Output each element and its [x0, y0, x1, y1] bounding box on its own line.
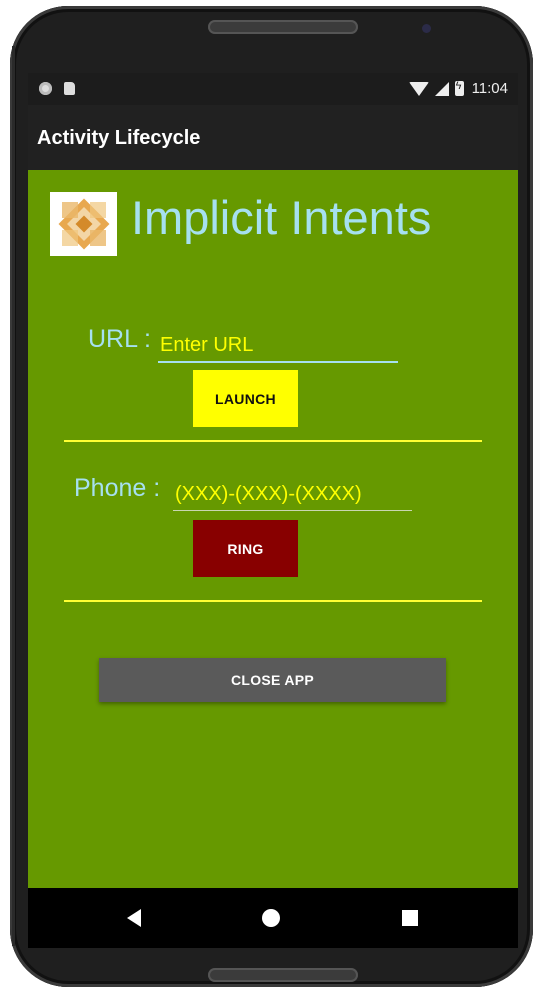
device-screen: 11:04 Activity Lifecycle Implicit Intent…: [28, 73, 518, 948]
bottom-speaker: [208, 968, 358, 982]
close-app-button[interactable]: CLOSE APP: [99, 658, 446, 702]
launch-button[interactable]: LAUNCH: [193, 370, 298, 427]
url-label: URL :: [88, 325, 151, 353]
diamond-logo-icon: [50, 192, 117, 256]
app-bar: Activity Lifecycle: [28, 105, 518, 170]
navigation-bar: [28, 888, 518, 948]
main-content: Implicit Intents URL : Enter URL LAUNCH …: [28, 170, 518, 888]
battery-charging-icon: [454, 80, 464, 96]
app-title: Activity Lifecycle: [37, 127, 201, 149]
phone-label: Phone :: [74, 474, 161, 502]
page-heading: Implicit Intents: [131, 191, 432, 244]
sd-card-icon: [64, 82, 75, 95]
divider-2: [64, 600, 482, 602]
status-bar: 11:04: [28, 73, 518, 105]
url-input[interactable]: Enter URL: [158, 327, 398, 363]
signal-icon: [434, 81, 449, 96]
home-circle-icon[interactable]: [262, 909, 280, 927]
wifi-icon: [408, 81, 429, 96]
ring-button[interactable]: RING: [193, 520, 298, 577]
front-camera: [422, 24, 431, 33]
status-time: 11:04: [471, 80, 508, 97]
recents-square-icon[interactable]: [402, 910, 418, 926]
divider-1: [64, 440, 482, 442]
notification-dot-icon: [39, 82, 52, 95]
phone-edge: [12, 46, 15, 946]
phone-input[interactable]: (XXX)-(XXX)-(XXXX): [173, 475, 412, 511]
top-speaker: [208, 20, 358, 34]
back-triangle-icon[interactable]: [127, 909, 141, 927]
